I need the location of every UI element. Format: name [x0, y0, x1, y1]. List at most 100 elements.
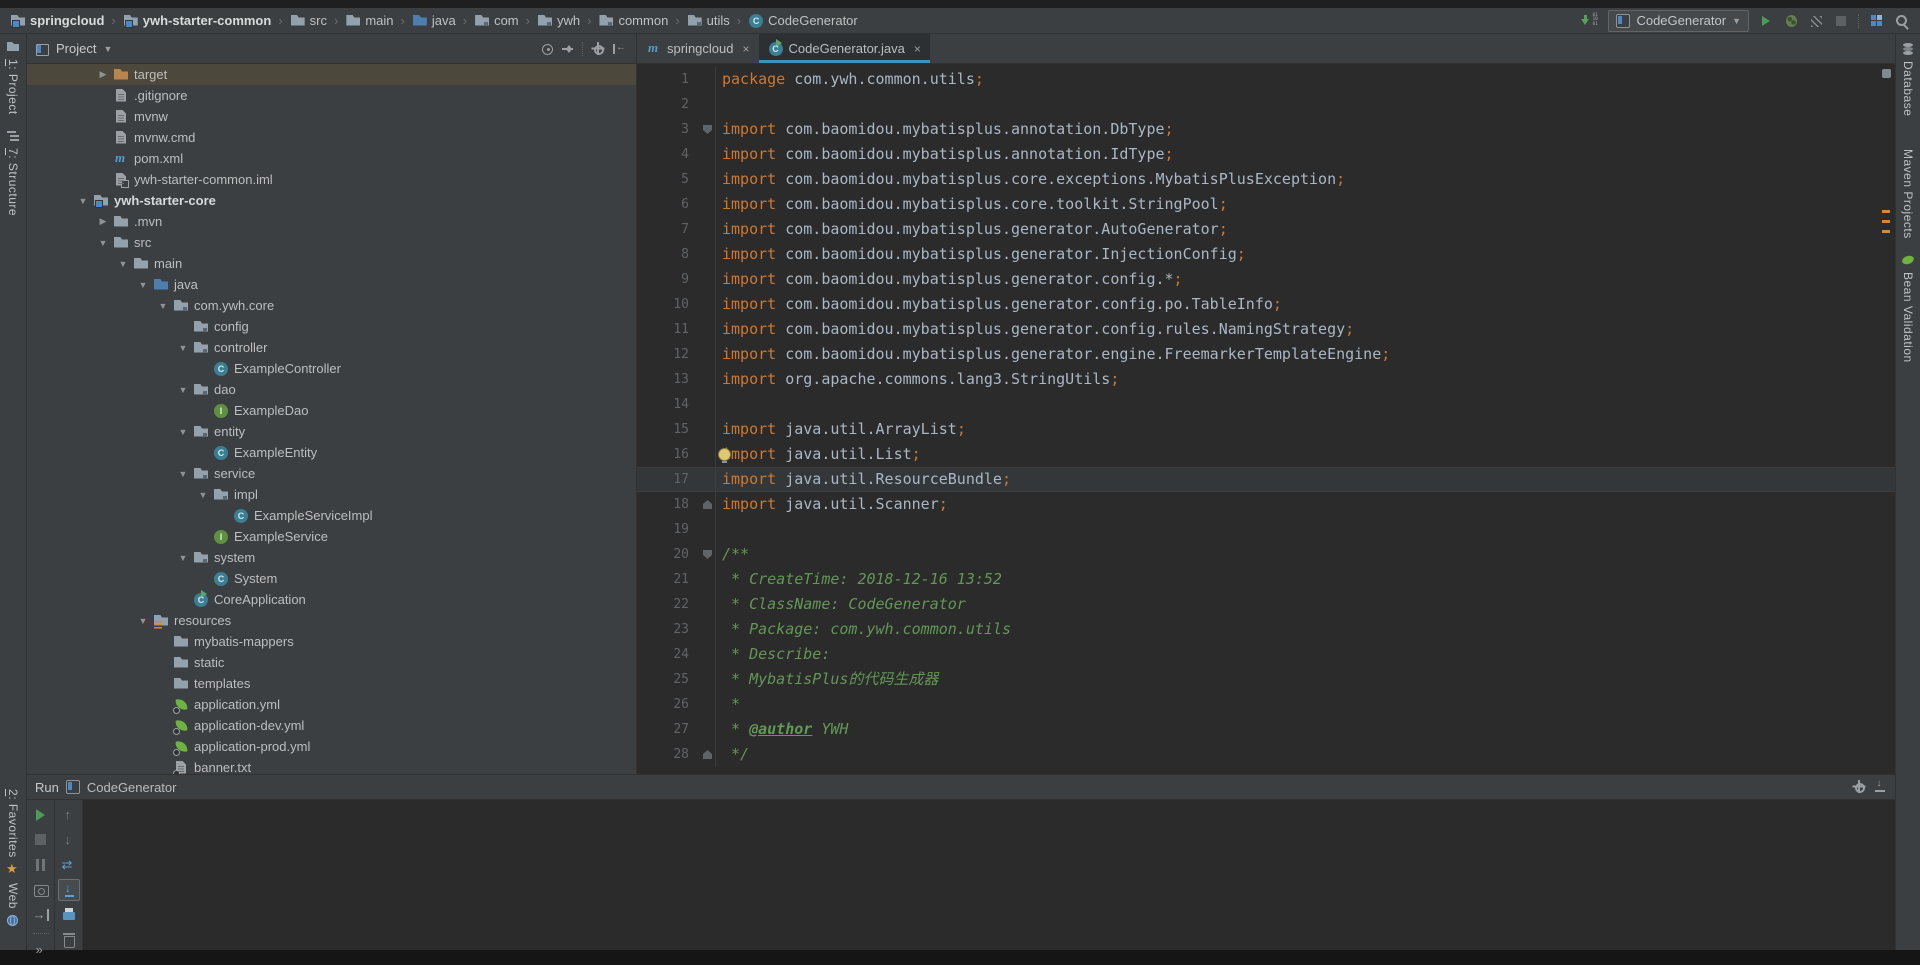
code-line[interactable]: 5 import com.baomidou.mybatisplus.core.ex… [637, 167, 1895, 192]
tree-row[interactable]: ▼ java [27, 274, 636, 295]
gear-icon[interactable] [1852, 780, 1866, 794]
pause-button[interactable] [30, 854, 52, 876]
breadcrumb-item[interactable]: ywh-starter-common [123, 13, 271, 29]
down-stack-trace-button[interactable] [58, 829, 80, 851]
tree-row[interactable]: ywh-starter-common.iml [27, 169, 636, 190]
error-stripe-mark[interactable] [1882, 210, 1890, 213]
more-button[interactable] [30, 940, 52, 962]
code-line[interactable]: 15 import java.util.ArrayList; [637, 417, 1895, 442]
up-stack-trace-button[interactable] [58, 804, 80, 826]
update-project-icon[interactable] [1581, 13, 1599, 29]
expand-arrow-icon[interactable]: ▶ [93, 216, 113, 227]
code-line[interactable]: 13 import org.apache.commons.lang3.String… [637, 367, 1895, 392]
tree-row[interactable]: ▼ entity [27, 421, 636, 442]
breadcrumb-item[interactable]: com [474, 13, 519, 29]
tree-row[interactable]: application.yml [27, 694, 636, 715]
code-line[interactable]: 7 import com.baomidou.mybatisplus.generat… [637, 217, 1895, 242]
code-line[interactable]: 23 * Package: com.ywh.common.utils [637, 617, 1895, 642]
code-line[interactable]: 3 import com.baomidou.mybatisplus.annotat… [637, 117, 1895, 142]
stop-button[interactable] [30, 829, 52, 851]
tree-row[interactable]: pom.xml [27, 148, 636, 169]
exit-button[interactable] [30, 904, 52, 926]
tree-row[interactable]: static [27, 652, 636, 673]
breadcrumb-item[interactable]: java [412, 13, 456, 29]
tool-window-button-web[interactable]: Web [6, 883, 20, 928]
error-stripe-mark[interactable] [1882, 230, 1890, 233]
code-line[interactable]: 18 import java.util.Scanner; [637, 492, 1895, 517]
tab-codegenerator-java[interactable]: CodeGenerator.java × [758, 34, 930, 63]
tree-row[interactable]: ExampleDao [27, 400, 636, 421]
tool-window-button-bean-validation[interactable]: Bean Validation [1901, 253, 1915, 363]
code-line[interactable]: 24 * Describe: [637, 642, 1895, 667]
run-button[interactable] [1758, 13, 1774, 29]
tree-row[interactable]: ▼ ywh-starter-core [27, 190, 636, 211]
run-config-select[interactable]: CodeGenerator ▼ [1608, 9, 1749, 32]
tree-row[interactable]: ▼ impl [27, 484, 636, 505]
expand-arrow-icon[interactable]: ▼ [133, 616, 153, 626]
tool-window-button-7-structure[interactable]: 7: Structure [6, 129, 20, 216]
code-line[interactable]: 8 import com.baomidou.mybatisplus.generat… [637, 242, 1895, 267]
breadcrumb-item[interactable]: main [345, 13, 393, 29]
code-line[interactable]: 2 [637, 92, 1895, 117]
search-icon[interactable] [1894, 13, 1910, 29]
tool-window-button-database[interactable]: Database [1901, 42, 1915, 116]
code-line[interactable]: 9 import com.baomidou.mybatisplus.generat… [637, 267, 1895, 292]
tool-window-button-maven-projects[interactable]: Maven Projects [1901, 130, 1915, 239]
breadcrumb-item[interactable]: ywh [537, 13, 580, 29]
code-editor[interactable]: 1 package com.ywh.common.utils; 2 3 import c… [637, 64, 1895, 774]
expand-arrow-icon[interactable]: ▼ [93, 238, 113, 248]
tree-row[interactable]: application-prod.yml [27, 736, 636, 757]
thread-dump-button[interactable] [30, 879, 52, 901]
error-stripe-mark[interactable] [1882, 220, 1890, 223]
tree-row[interactable]: mvnw [27, 106, 636, 127]
breadcrumb-item[interactable]: src [290, 13, 327, 29]
tree-row[interactable]: System [27, 568, 636, 589]
expand-arrow-icon[interactable]: ▼ [133, 280, 153, 290]
tree-row[interactable]: templates [27, 673, 636, 694]
tree-row[interactable]: ▶ .mvn [27, 211, 636, 232]
console-output[interactable] [83, 800, 1895, 950]
tree-row[interactable]: ExampleEntity [27, 442, 636, 463]
coverage-button[interactable] [1808, 13, 1824, 29]
tree-row[interactable]: ExampleService [27, 526, 636, 547]
tree-row[interactable]: CoreApplication [27, 589, 636, 610]
debug-button[interactable] [1783, 13, 1799, 29]
code-line[interactable]: 1 package com.ywh.common.utils; [637, 67, 1895, 92]
fold-marker-icon[interactable] [703, 125, 712, 134]
soft-wrap-button[interactable] [58, 854, 80, 876]
tree-row[interactable]: ▼ resources [27, 610, 636, 631]
project-structure-icon[interactable] [1869, 13, 1885, 29]
tree-row[interactable]: ExampleServiceImpl [27, 505, 636, 526]
tree-row[interactable]: ▼ system [27, 547, 636, 568]
code-line[interactable]: 6 import com.baomidou.mybatisplus.core.to… [637, 192, 1895, 217]
code-line[interactable]: 28 */ [637, 742, 1895, 767]
gear-icon[interactable] [591, 41, 605, 56]
code-line[interactable]: 10 import com.baomidou.mybatisplus.genera… [637, 292, 1895, 317]
tree-row[interactable]: ▼ com.ywh.core [27, 295, 636, 316]
intention-bulb-icon[interactable] [718, 448, 731, 463]
code-line[interactable]: 11 import com.baomidou.mybatisplus.genera… [637, 317, 1895, 342]
tool-window-button-2-favorites[interactable]: 2: Favorites [6, 789, 20, 877]
code-line[interactable]: 19 [637, 517, 1895, 542]
expand-arrow-icon[interactable]: ▼ [173, 553, 193, 563]
collapse-all-icon[interactable] [561, 42, 575, 56]
tree-row[interactable]: ▼ src [27, 232, 636, 253]
breadcrumb-item[interactable]: springcloud [10, 13, 104, 29]
tree-row[interactable]: ▼ service [27, 463, 636, 484]
expand-arrow-icon[interactable]: ▼ [173, 427, 193, 437]
code-line[interactable]: 21 * CreateTime: 2018-12-16 13:52 [637, 567, 1895, 592]
expand-arrow-icon[interactable]: ▼ [153, 301, 173, 311]
tree-row[interactable]: mybatis-mappers [27, 631, 636, 652]
code-line[interactable]: 12 import com.baomidou.mybatisplus.genera… [637, 342, 1895, 367]
rerun-button[interactable] [30, 804, 52, 826]
code-line[interactable]: 27 * @author YWH [637, 717, 1895, 742]
expand-arrow-icon[interactable]: ▼ [173, 343, 193, 353]
code-line[interactable]: 26 * [637, 692, 1895, 717]
tab-springcloud[interactable]: springcloud × [637, 34, 759, 63]
expand-arrow-icon[interactable]: ▼ [173, 469, 193, 479]
expand-arrow-icon[interactable]: ▼ [73, 196, 93, 206]
expand-arrow-icon[interactable]: ▼ [193, 490, 213, 500]
fold-marker-icon[interactable] [703, 500, 712, 509]
code-line[interactable]: 25 * MybatisPlus的代码生成器 [637, 667, 1895, 692]
locate-file-icon[interactable] [540, 42, 554, 56]
